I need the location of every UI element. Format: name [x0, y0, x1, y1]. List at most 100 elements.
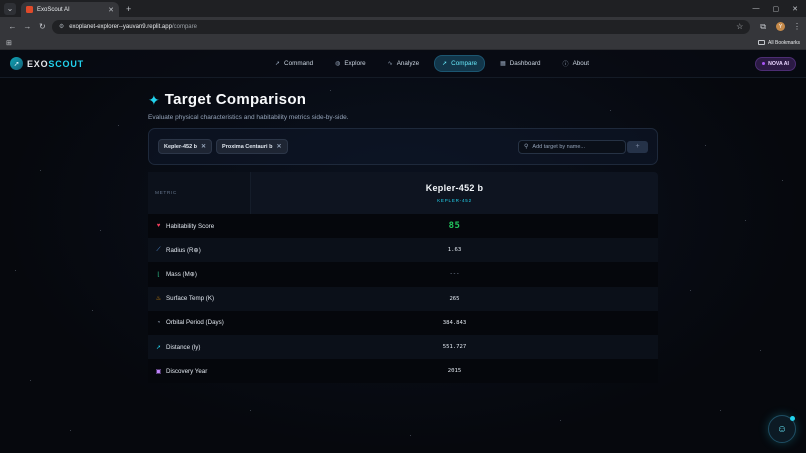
target-picker: Kepler-452 b ✕ Proxima Centauri b ✕ ⚲ +	[148, 128, 658, 165]
heart-icon: ♥	[156, 223, 161, 230]
back-icon[interactable]: ←	[5, 22, 20, 31]
app-navbar: ➚ EXOSCOUT ➚ Command ◍ Explore ∿ Analyze ➚ C…	[0, 50, 806, 78]
nav-compare[interactable]: ➚ Compare	[434, 55, 486, 72]
nova-ai-button[interactable]: NOVA AI	[755, 56, 796, 71]
notification-dot	[790, 416, 795, 421]
page-header: ✦ Target Comparison	[148, 91, 658, 108]
target-search-input[interactable]	[532, 143, 613, 150]
bookmark-star-icon[interactable]: ☆	[736, 22, 743, 31]
remove-chip-icon[interactable]: ✕	[201, 143, 206, 150]
planet-name: Kepler-452 b	[425, 183, 484, 193]
logo-text: EXOSCOUT	[27, 58, 84, 69]
table-header: METRIC Kepler-452 b KEPLER-452	[148, 172, 658, 214]
app-logo[interactable]: ➚ EXOSCOUT	[10, 57, 84, 70]
metric-column-header: METRIC	[148, 172, 251, 214]
all-bookmarks[interactable]: All Bookmarks	[758, 40, 800, 46]
search-icon: ⚲	[524, 144, 529, 150]
table-row: ▣ Discovery Year 2015	[148, 359, 658, 384]
profile-avatar[interactable]: Y	[776, 22, 785, 31]
browser-toolbar: ← → ↻ ⚙ exoplanet-explorer--yauvan9.repl…	[0, 17, 806, 36]
metric-label: Habitability Score	[166, 222, 215, 230]
tab-title: ExoScout AI	[37, 6, 70, 13]
nav-analyze[interactable]: ∿ Analyze	[381, 56, 426, 71]
url-host: exoplanet-explorer--yauvan9.replit.app	[69, 23, 172, 30]
nova-status-dot	[762, 62, 766, 65]
target-chip[interactable]: Proxima Centauri b ✕	[216, 139, 288, 154]
forward-icon[interactable]: →	[20, 22, 35, 31]
nav-about[interactable]: ⓘ About	[556, 55, 596, 72]
metric-value: 384.843	[442, 319, 467, 326]
maximize-icon[interactable]: ▢	[773, 5, 780, 13]
nav-dashboard[interactable]: ▦ Dashboard	[493, 56, 547, 71]
metric-value: 265	[449, 295, 460, 302]
nav-explore[interactable]: ◍ Explore	[328, 56, 373, 71]
sparkles-icon: ✦	[148, 91, 160, 108]
window-controls: — ▢ ✕	[753, 5, 806, 13]
metric-value: ---	[449, 271, 460, 278]
extensions-icon[interactable]: ⧉	[760, 22, 766, 32]
all-bookmarks-label: All Bookmarks	[768, 39, 800, 46]
info-icon: ⓘ	[562, 62, 569, 68]
calendar-icon: ▣	[155, 368, 162, 375]
comparison-table: METRIC Kepler-452 b KEPLER-452 ♥ Habitabi…	[148, 172, 658, 384]
activity-icon: ∿	[387, 61, 393, 67]
apps-grid-icon[interactable]: ⊞	[6, 39, 12, 47]
compare-content: ✦ Target Comparison Evaluate physical ch…	[148, 91, 658, 384]
window-close-icon[interactable]: ✕	[792, 5, 798, 13]
assistant-bot-button[interactable]: ☺	[768, 415, 796, 443]
metric-label: Surface Temp (K)	[166, 295, 215, 303]
metric-label: Distance (ly)	[166, 343, 201, 351]
url-path: /compare	[171, 23, 197, 30]
page-subtitle: Evaluate physical characteristics and ha…	[148, 114, 349, 121]
rocket-icon: ➚	[275, 61, 281, 67]
table-row: ♥ Habitability Score 85	[148, 214, 658, 239]
bot-icon: ☺	[776, 423, 788, 435]
planet-column-header: Kepler-452 b KEPLER-452	[251, 172, 658, 214]
metric-value: 85	[448, 221, 461, 232]
grid-icon: ▦	[500, 61, 506, 67]
metric-label: Mass (M⊕)	[166, 270, 197, 278]
target-search: ⚲	[518, 139, 626, 154]
ruler-icon: ⟋	[156, 246, 161, 253]
main-nav: ➚ Command ◍ Explore ∿ Analyze ➚ Compare ▦ Das…	[268, 55, 596, 72]
metric-value: 551.727	[442, 344, 467, 351]
app-viewport: ➚ EXOSCOUT ➚ Command ◍ Explore ∿ Analyze ➚ C…	[0, 50, 806, 453]
rocket-icon: ➚	[155, 344, 162, 351]
rocket-logo-icon: ➚	[10, 57, 23, 70]
metric-label: Discovery Year	[166, 367, 208, 375]
address-bar[interactable]: ⚙ exoplanet-explorer--yauvan9.replit.app…	[51, 19, 751, 34]
reload-icon[interactable]: ↻	[35, 22, 50, 31]
site-info-icon[interactable]: ⚙	[59, 23, 64, 30]
table-row: ⌊ Mass (M⊕) ---	[148, 262, 658, 287]
thermometer-icon: ♨	[155, 296, 162, 303]
bookmarks-bar: ⊞ All Bookmarks	[0, 36, 806, 50]
table-body: ♥ Habitability Score 85 ⟋ Radius (R⊕) 1.63…	[148, 214, 658, 384]
host-star-link[interactable]: KEPLER-452	[437, 198, 472, 203]
rocket-icon: ➚	[442, 61, 448, 67]
favicon-icon	[26, 6, 33, 13]
new-tab-icon[interactable]: +	[126, 4, 131, 14]
table-row: ➚ Distance (ly) 551.727	[148, 334, 658, 360]
scale-icon: ⌊	[157, 271, 160, 278]
nav-command[interactable]: ➚ Command	[268, 56, 320, 71]
browser-tab[interactable]: ExoScout AI ✕	[21, 2, 119, 17]
orbit-icon: ◔	[156, 319, 161, 326]
browser-tabbar: ⌄ ExoScout AI ✕ + — ▢ ✕	[0, 0, 806, 17]
metric-label: Radius (R⊕)	[166, 246, 201, 254]
table-row: ♨ Surface Temp (K) 265	[148, 286, 658, 311]
metric-value: 2015	[447, 368, 462, 375]
metric-label: Orbital Period (Days)	[166, 319, 224, 327]
target-chip[interactable]: Kepler-452 b ✕	[158, 139, 213, 154]
table-row: ◔ Orbital Period (Days) 384.843	[148, 310, 658, 335]
table-row: ⟋ Radius (R⊕) 1.63	[148, 238, 658, 263]
add-target-button[interactable]: +	[627, 140, 648, 153]
folder-icon	[758, 40, 766, 45]
page-title: Target Comparison	[164, 91, 307, 108]
globe-icon: ◍	[335, 61, 341, 67]
tab-list-chevron-icon[interactable]: ⌄	[4, 2, 16, 15]
browser-menu-icon[interactable]: ⋮	[793, 22, 801, 31]
remove-chip-icon[interactable]: ✕	[276, 143, 281, 150]
minimize-icon[interactable]: —	[753, 5, 760, 13]
tab-close-icon[interactable]: ✕	[108, 6, 114, 14]
metric-value: 1.63	[447, 247, 462, 254]
